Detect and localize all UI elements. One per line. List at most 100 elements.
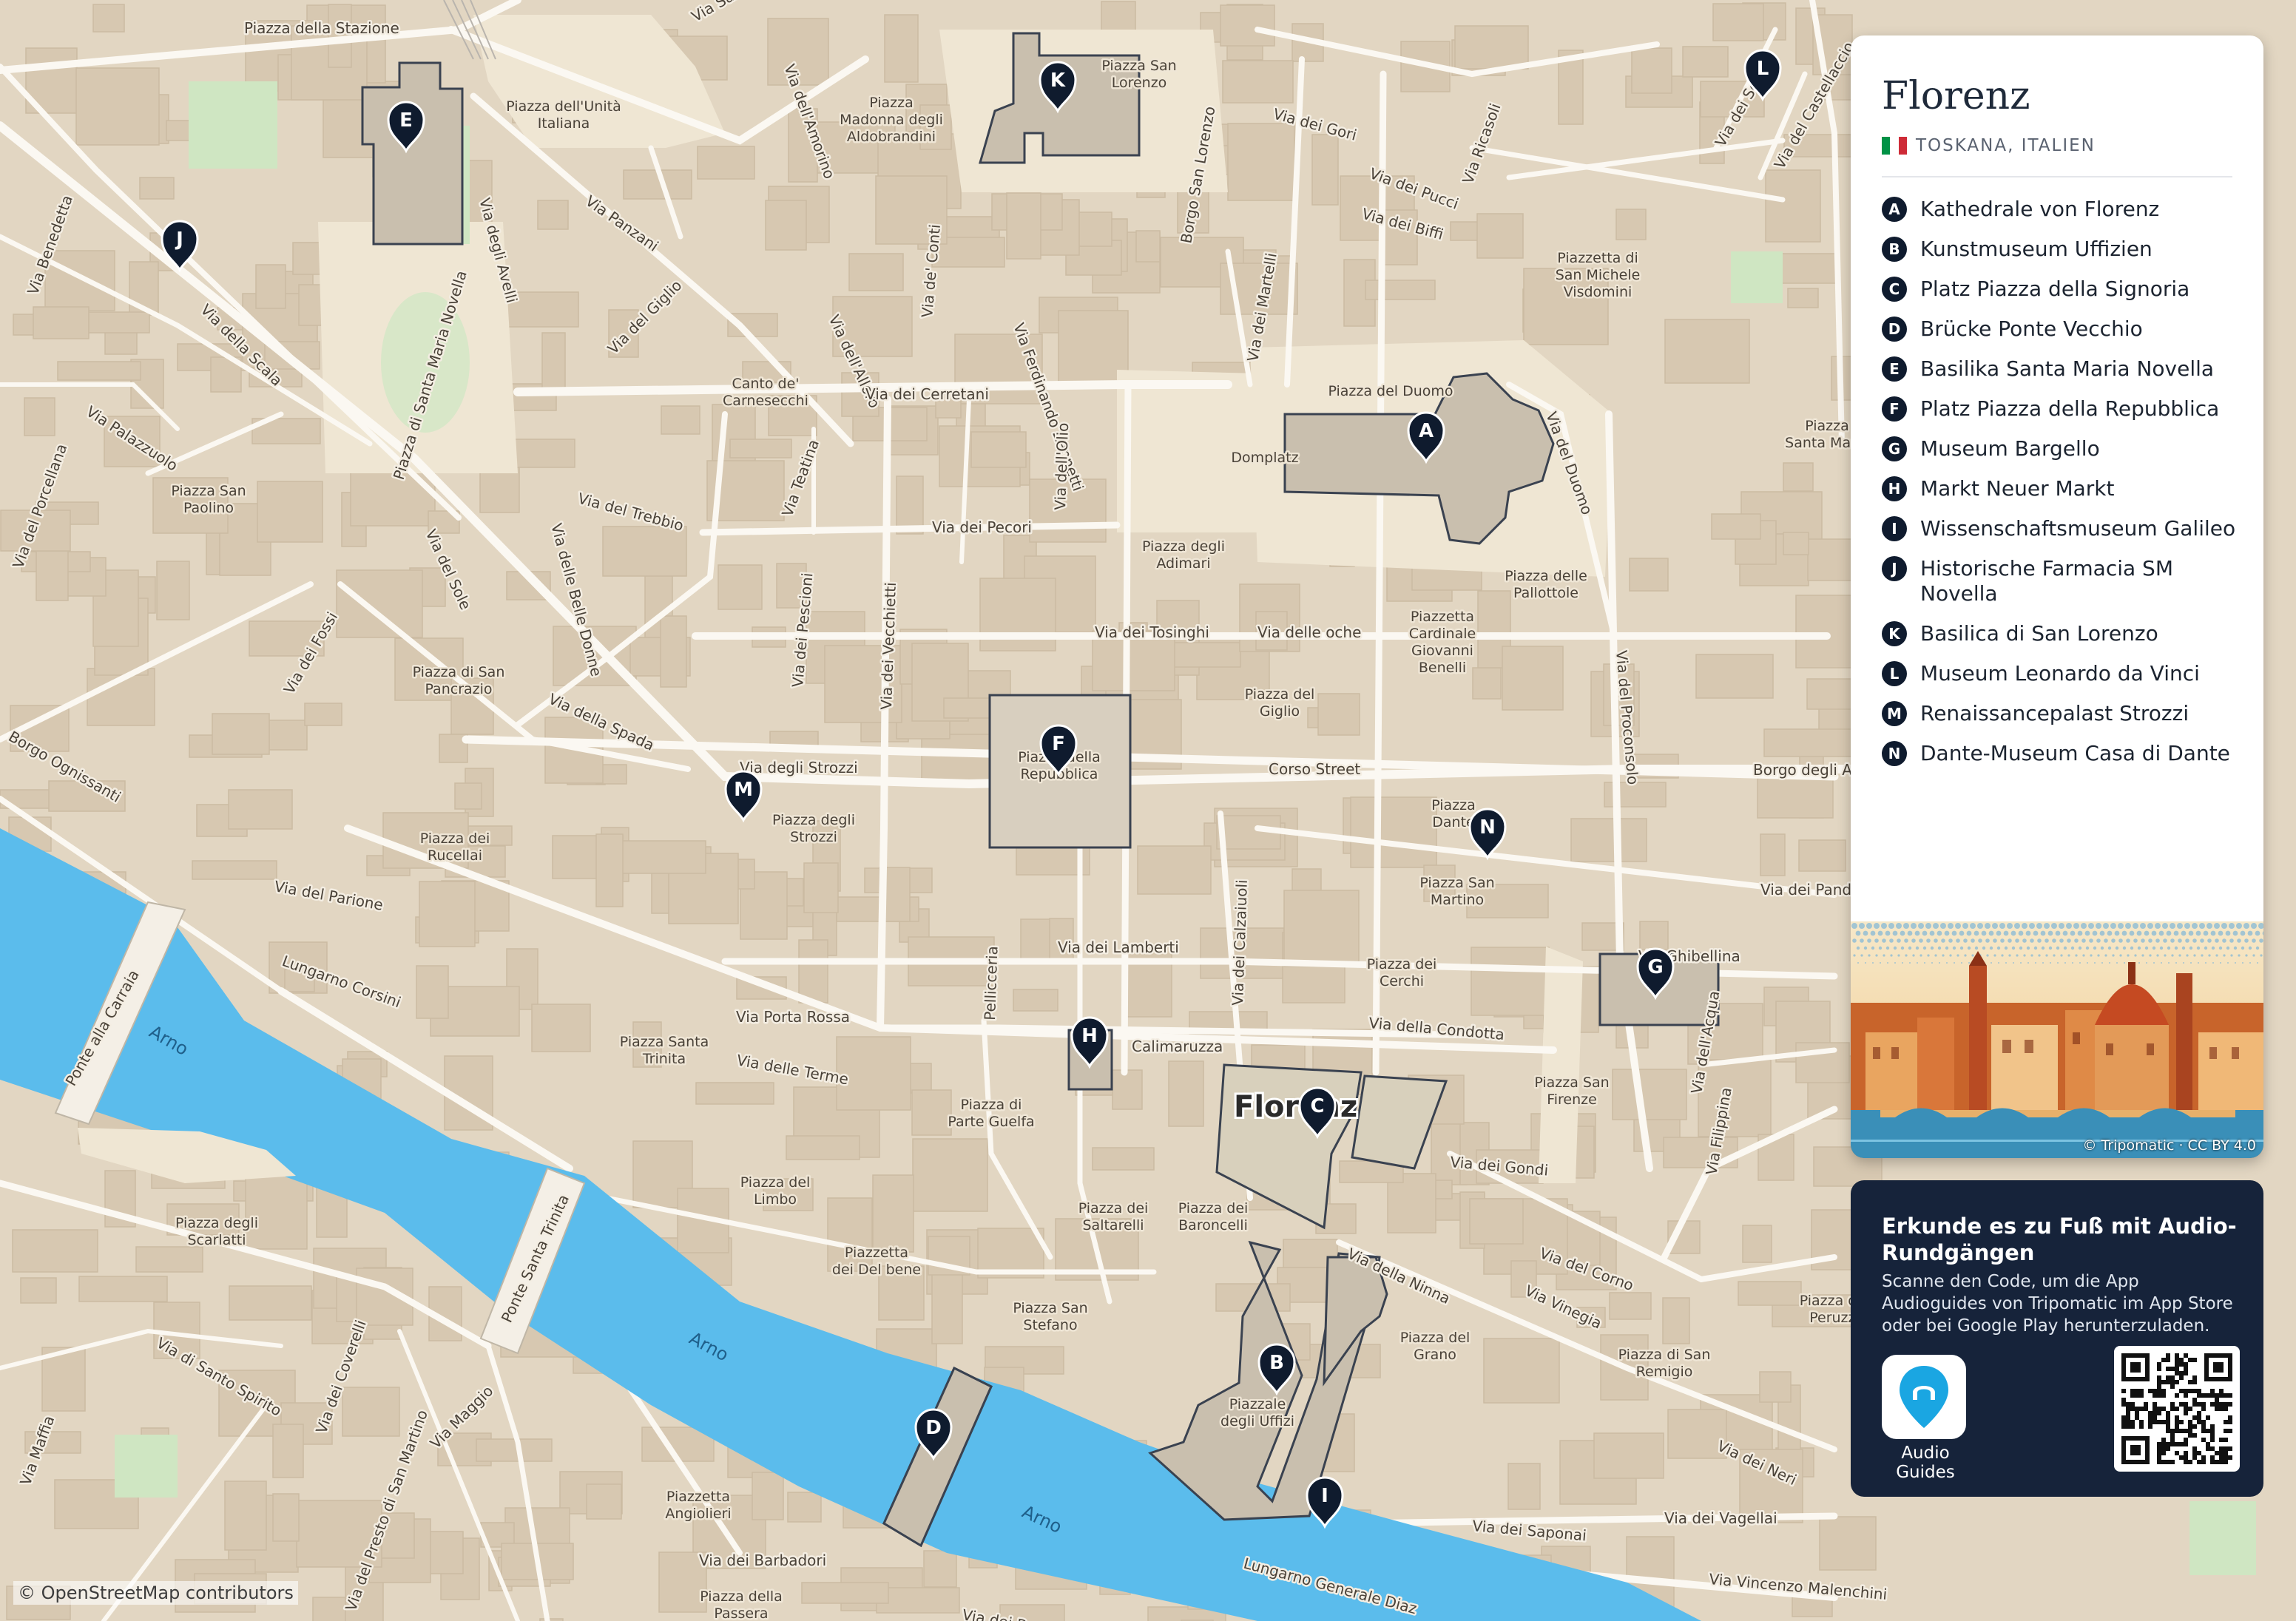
building-block bbox=[139, 177, 175, 200]
building-block bbox=[1798, 839, 1846, 872]
building-block bbox=[228, 789, 293, 830]
legend-item[interactable]: M Renaissancepalast Strozzi bbox=[1882, 701, 2249, 726]
building-block bbox=[78, 1276, 168, 1302]
place-label: Piazza dei Baroncelli bbox=[1178, 1200, 1249, 1233]
legend-item[interactable]: H Markt Neuer Markt bbox=[1882, 476, 2249, 501]
building-block bbox=[1469, 1198, 1524, 1245]
legend-item-label: Kunstmuseum Uffizien bbox=[1920, 237, 2152, 261]
legend-letter-badge: E bbox=[1882, 356, 1907, 382]
building-block bbox=[1006, 192, 1041, 260]
building-block bbox=[24, 397, 55, 436]
legend-item[interactable]: C Platz Piazza della Signoria bbox=[1882, 277, 2249, 302]
building-block bbox=[531, 1004, 591, 1052]
florence-illustration bbox=[1851, 921, 2263, 1158]
building-block bbox=[1765, 169, 1821, 243]
map-attribution[interactable]: © OpenStreetMap contributors bbox=[13, 1581, 298, 1605]
building-block bbox=[765, 200, 807, 251]
building-block bbox=[229, 1285, 312, 1321]
building-block bbox=[75, 67, 160, 146]
marker-letter: B bbox=[1269, 1352, 1284, 1374]
building-block bbox=[884, 14, 919, 83]
poi-area-santa-maria-novella bbox=[361, 61, 464, 246]
street-label: Piazza della Stazione bbox=[244, 19, 399, 37]
building-block bbox=[336, 569, 423, 638]
building-block bbox=[192, 860, 277, 880]
building-block bbox=[979, 578, 1056, 652]
legend-letter-badge: D bbox=[1882, 317, 1907, 342]
panel-subtitle: TOSKANA, ITALIEN bbox=[1882, 136, 2096, 155]
place-label: Piazzetta dei Del bene bbox=[832, 1245, 921, 1278]
legend-item[interactable]: B Kunstmuseum Uffizien bbox=[1882, 237, 2249, 262]
audio-guides-app-icon[interactable] bbox=[1882, 1355, 1966, 1439]
app-label[interactable]: Audio Guides bbox=[1871, 1444, 1979, 1482]
legend-item-label: Wissenschaftsmuseum Galileo bbox=[1920, 516, 2236, 541]
legend-item[interactable]: N Dante-Museum Casa di Dante bbox=[1882, 741, 2249, 766]
street-label: Via dell'Olio bbox=[1051, 422, 1072, 510]
legend-item-label: Museum Bargello bbox=[1920, 436, 2100, 461]
building-block bbox=[1629, 558, 1669, 592]
building-block bbox=[255, 264, 286, 309]
panel-divider bbox=[1882, 176, 2232, 177]
building-block bbox=[1712, 3, 1764, 41]
building-block bbox=[1350, 796, 1437, 868]
place-label: Piazzetta Cardinale Giovanni Benelli bbox=[1409, 609, 1476, 676]
street-label: Pellicceria bbox=[981, 946, 1001, 1021]
place-label: Piazzale degli Uffizi bbox=[1220, 1396, 1294, 1429]
promo-description: Scanne den Code, um die App Audioguides … bbox=[1882, 1272, 2233, 1336]
legend-item[interactable]: A Kathedrale von Florenz bbox=[1882, 197, 2249, 222]
building-block bbox=[1695, 654, 1774, 699]
building-block bbox=[342, 1387, 400, 1437]
place-label: Piazza San Lorenzo bbox=[1101, 58, 1176, 91]
building-block bbox=[1615, 209, 1647, 240]
legend-letter-badge: L bbox=[1882, 661, 1907, 686]
place-label: Canto de' Carnesecchi bbox=[723, 376, 808, 409]
city-label: Florenz bbox=[1234, 1090, 1357, 1124]
legend-letter-badge: K bbox=[1882, 621, 1907, 646]
street-label: Via Porta Rossa bbox=[736, 1008, 850, 1026]
legend-item[interactable]: F Platz Piazza della Repubblica bbox=[1882, 396, 2249, 422]
promo-title: Erkunde es zu Fuß mit Audio-Rundgängen bbox=[1882, 1214, 2237, 1265]
building-block bbox=[1137, 845, 1212, 895]
legend-item-label: Dante-Museum Casa di Dante bbox=[1920, 741, 2230, 765]
street-label: Via dei Tosinghi bbox=[1095, 623, 1209, 641]
marker-letter: I bbox=[1321, 1485, 1328, 1507]
legend-item-label: Renaissancepalast Strozzi bbox=[1920, 701, 2189, 725]
street-label: Via dei Vagellai bbox=[1664, 1509, 1777, 1527]
building-block bbox=[1013, 989, 1058, 1012]
legend-item[interactable]: J Historische Farmacia SM Novella bbox=[1882, 556, 2249, 606]
building-block bbox=[454, 782, 482, 810]
building-block bbox=[36, 550, 69, 601]
legend-letter-badge: M bbox=[1882, 701, 1907, 726]
building-block bbox=[1311, 134, 1339, 206]
legend-letter-badge: C bbox=[1882, 277, 1907, 302]
legend-letter-badge: N bbox=[1882, 741, 1907, 766]
marker-letter: H bbox=[1081, 1025, 1098, 1047]
legend-item-label: Basilica di San Lorenzo bbox=[1920, 621, 2158, 646]
building-block bbox=[1472, 667, 1502, 700]
building-block bbox=[1759, 1371, 1792, 1403]
legend-item[interactable]: E Basilika Santa Maria Novella bbox=[1882, 356, 2249, 382]
legend-item[interactable]: K Basilica di San Lorenzo bbox=[1882, 621, 2249, 646]
legend-item-label: Platz Piazza della Signoria bbox=[1920, 277, 2190, 301]
building-block bbox=[1698, 1059, 1772, 1137]
building-block bbox=[1783, 462, 1814, 492]
street-label: Corso Street bbox=[1269, 760, 1360, 778]
legend-item[interactable]: I Wissenschaftsmuseum Galileo bbox=[1882, 516, 2249, 541]
legend-item[interactable]: L Museum Leonardo da Vinci bbox=[1882, 661, 2249, 686]
place-label: Piazza San Martino bbox=[1419, 875, 1494, 908]
legend-letter-badge: F bbox=[1882, 396, 1907, 422]
marker-letter: D bbox=[925, 1417, 942, 1439]
building-block bbox=[212, 713, 270, 755]
building-block bbox=[476, 1438, 553, 1462]
qr-code[interactable] bbox=[2114, 1346, 2240, 1472]
building-block bbox=[602, 526, 687, 577]
marker-letter: M bbox=[734, 779, 753, 801]
legend-item[interactable]: G Museum Bargello bbox=[1882, 436, 2249, 461]
legend-item[interactable]: D Brücke Ponte Vecchio bbox=[1882, 317, 2249, 342]
building-block bbox=[1222, 60, 1294, 104]
building-block bbox=[1664, 319, 1750, 384]
building-block bbox=[1819, 1516, 1877, 1571]
building-block bbox=[419, 881, 476, 947]
building-block bbox=[1795, 1042, 1850, 1083]
legend-letter-badge: B bbox=[1882, 237, 1907, 262]
